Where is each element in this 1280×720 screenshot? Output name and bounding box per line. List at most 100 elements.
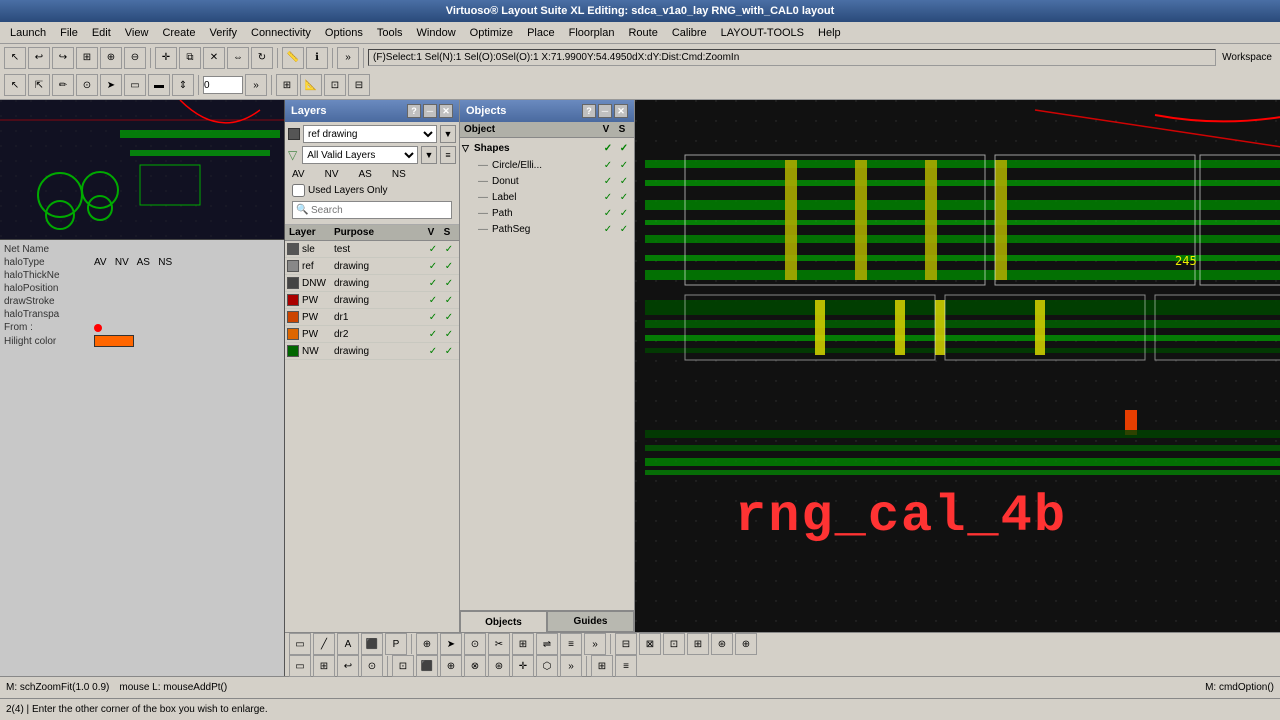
btb2-6[interactable]: ⬛ (416, 655, 438, 677)
object-child-row[interactable]: — Label ✓ ✓ (462, 189, 632, 205)
btb2-12[interactable]: » (560, 655, 582, 677)
tb2-rect2[interactable]: ▬ (148, 74, 170, 96)
layer-row[interactable]: PW drawing ✓ ✓ (285, 292, 459, 309)
layer-v-check[interactable]: ✓ (425, 329, 441, 340)
btb2-8[interactable]: ⊗ (464, 655, 486, 677)
tb2-grid[interactable]: ⊞ (276, 74, 298, 96)
tb-delete[interactable]: ✕ (203, 47, 225, 69)
btb-inst[interactable]: ⬛ (361, 633, 383, 655)
layer-row[interactable]: PW dr1 ✓ ✓ (285, 309, 459, 326)
filter-tab-ns[interactable]: NS (392, 169, 406, 180)
layer-row[interactable]: ref drawing ✓ ✓ (285, 258, 459, 275)
btb-path[interactable]: ╱ (313, 633, 335, 655)
btb-t4[interactable]: ⊞ (687, 633, 709, 655)
btb-t6[interactable]: ⊕ (735, 633, 757, 655)
tb2-measure[interactable]: 📐 (300, 74, 322, 96)
all-valid-layers-select[interactable]: All Valid Layers (302, 146, 418, 164)
btb-move2[interactable]: ➤ (440, 633, 462, 655)
tb-stretch[interactable]: ⇔ (227, 47, 249, 69)
objects-help-btn[interactable]: ? (582, 104, 596, 118)
layer-v-check[interactable]: ✓ (425, 346, 441, 357)
menu-layout-tools[interactable]: LAYOUT-TOOLS (715, 25, 810, 41)
btb-rect[interactable]: ▭ (289, 633, 311, 655)
btb-snap2[interactable]: ⊞ (512, 633, 534, 655)
tb2-pencil[interactable]: ✏ (52, 74, 74, 96)
child-v-check[interactable]: ✓ (600, 224, 616, 235)
objects-min-btn[interactable]: ─ (598, 104, 612, 118)
btb-t5[interactable]: ⊛ (711, 633, 733, 655)
layer-s-check[interactable]: ✓ (441, 278, 457, 289)
layer-s-check[interactable]: ✓ (441, 329, 457, 340)
menu-view[interactable]: View (119, 25, 155, 41)
menu-connectivity[interactable]: Connectivity (245, 25, 317, 41)
menu-route[interactable]: Route (622, 25, 663, 41)
shapes-v-check[interactable]: ✓ (600, 143, 616, 154)
child-s-check[interactable]: ✓ (616, 160, 632, 171)
child-s-check[interactable]: ✓ (616, 224, 632, 235)
layer-filter-dropdown[interactable]: ▼ (440, 125, 456, 143)
tab-objects[interactable]: Objects (460, 611, 547, 632)
all-valid-extra[interactable]: ≡ (440, 146, 456, 164)
btb2-r1[interactable]: ⊞ (591, 655, 613, 677)
menu-verify[interactable]: Verify (203, 25, 243, 41)
menu-file[interactable]: File (54, 25, 84, 41)
btb-sel[interactable]: ⊙ (464, 633, 486, 655)
btb2-5[interactable]: ⊡ (392, 655, 414, 677)
layer-v-check[interactable]: ✓ (425, 244, 441, 255)
layers-help-btn[interactable]: ? (407, 104, 421, 118)
menu-launch[interactable]: Launch (4, 25, 52, 41)
layer-s-check[interactable]: ✓ (441, 261, 457, 272)
layer-v-check[interactable]: ✓ (425, 312, 441, 323)
btb-t3[interactable]: ⊡ (663, 633, 685, 655)
btb2-7[interactable]: ⊕ (440, 655, 462, 677)
menu-optimize[interactable]: Optimize (464, 25, 519, 41)
btb-pin[interactable]: P (385, 633, 407, 655)
tb2-snap[interactable]: ⊡ (324, 74, 346, 96)
menu-floorplan[interactable]: Floorplan (563, 25, 621, 41)
object-child-row[interactable]: — Donut ✓ ✓ (462, 173, 632, 189)
btb2-4[interactable]: ⊙ (361, 655, 383, 677)
shapes-s-check[interactable]: ✓ (616, 143, 632, 154)
menu-options[interactable]: Options (319, 25, 369, 41)
objects-close-btn[interactable]: ✕ (614, 104, 628, 118)
menu-tools[interactable]: Tools (371, 25, 409, 41)
child-v-check[interactable]: ✓ (600, 176, 616, 187)
tab-guides[interactable]: Guides (547, 611, 634, 632)
menu-window[interactable]: Window (411, 25, 462, 41)
shapes-header[interactable]: ▽ Shapes ✓ ✓ (462, 140, 632, 157)
hilight-color-box[interactable] (94, 335, 134, 347)
filter-tab-as[interactable]: AS (359, 169, 372, 180)
tb-pointer[interactable]: ↖ (4, 47, 26, 69)
menu-help[interactable]: Help (812, 25, 847, 41)
tb2-align[interactable]: ⊟ (348, 74, 370, 96)
tb-zoom-fit[interactable]: ⊞ (76, 47, 98, 69)
btb-cut[interactable]: ✂ (488, 633, 510, 655)
tb-copy[interactable]: ⧉ (179, 47, 201, 69)
btb-t1[interactable]: ⊟ (615, 633, 637, 655)
layer-row[interactable]: DNW drawing ✓ ✓ (285, 275, 459, 292)
btb-align2[interactable]: ≡ (560, 633, 582, 655)
all-valid-dropdown[interactable]: ▼ (421, 146, 437, 164)
layer-s-check[interactable]: ✓ (441, 244, 457, 255)
child-s-check[interactable]: ✓ (616, 208, 632, 219)
snap-input[interactable] (203, 76, 243, 94)
layer-s-check[interactable]: ✓ (441, 295, 457, 306)
menu-place[interactable]: Place (521, 25, 561, 41)
tb-ruler[interactable]: 📏 (282, 47, 304, 69)
filter-tab-av[interactable]: AV (292, 169, 305, 180)
layer-v-check[interactable]: ✓ (425, 295, 441, 306)
object-child-row[interactable]: — Circle/Elli... ✓ ✓ (462, 157, 632, 173)
tb2-rect[interactable]: ▭ (124, 74, 146, 96)
layer-row[interactable]: NW drawing ✓ ✓ (285, 343, 459, 360)
tb-rotate[interactable]: ↻ (251, 47, 273, 69)
child-s-check[interactable]: ✓ (616, 192, 632, 203)
layer-filter-select[interactable]: ref drawing (303, 125, 437, 143)
btb2-10[interactable]: ✛ (512, 655, 534, 677)
tb-redo[interactable]: ↪ (52, 47, 74, 69)
tb2-select[interactable]: ↖ (4, 74, 26, 96)
btb2-r2[interactable]: ≡ (615, 655, 637, 677)
btb2-3[interactable]: ↩ (337, 655, 359, 677)
object-child-row[interactable]: — Path ✓ ✓ (462, 205, 632, 221)
tb2-target[interactable]: ⊙ (76, 74, 98, 96)
tb2-more[interactable]: » (245, 74, 267, 96)
